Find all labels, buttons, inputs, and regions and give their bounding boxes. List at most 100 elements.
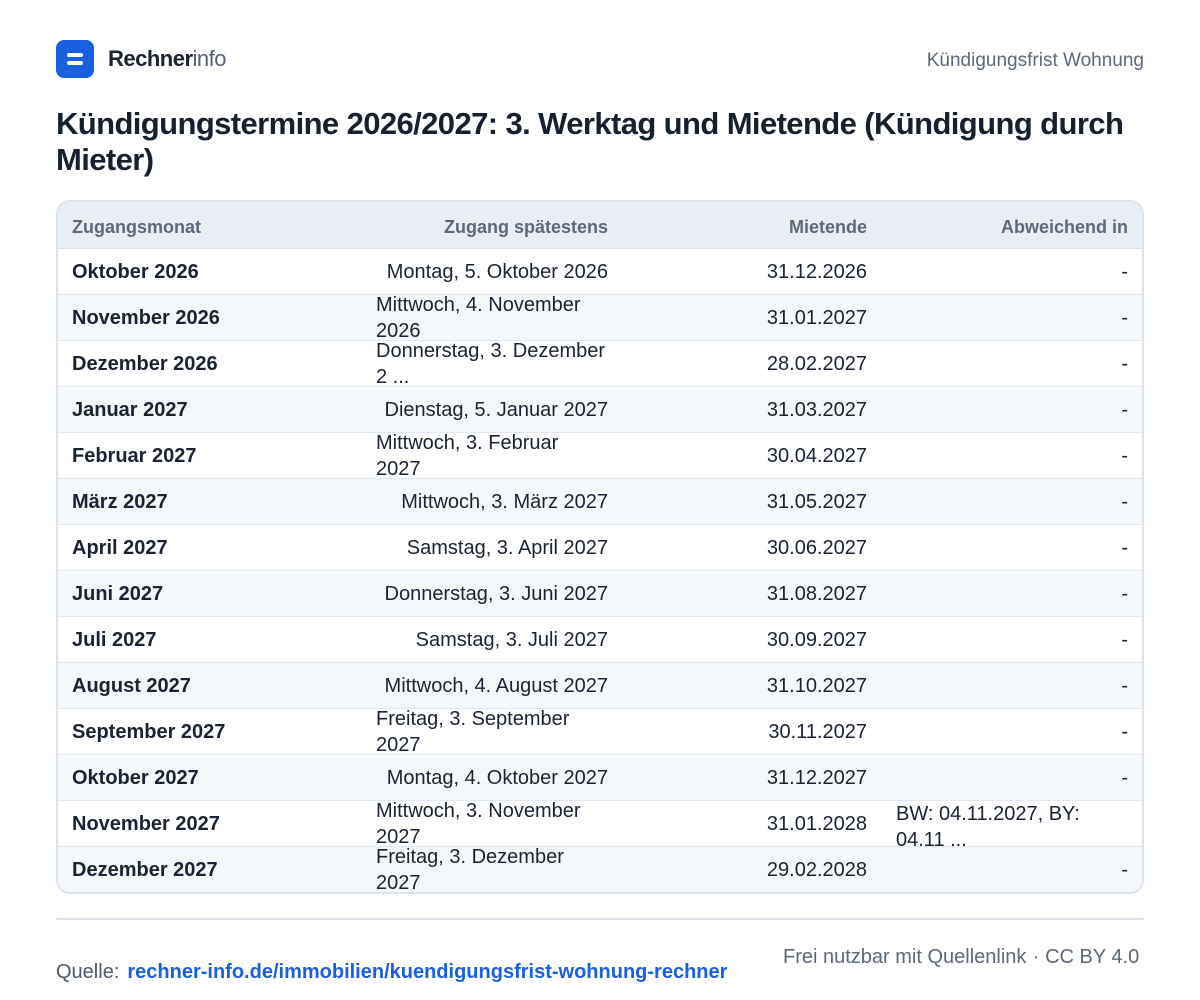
table-row: August 2027 Mittwoch, 4. August 2027 31.10… — [58, 663, 1142, 709]
cell-exception: - — [1121, 261, 1128, 283]
cell-month: August 2027 — [72, 675, 191, 697]
cell-month: Januar 2027 — [72, 399, 188, 421]
cell-deadline-text: Mittwoch, 3. Februar 2027 — [376, 432, 559, 480]
cell-month: November 2027 — [72, 813, 220, 835]
table-row: Oktober 2027 Montag, 4. Oktober 2027 31.12… — [58, 755, 1142, 801]
table-header: Zugangsmonat Zugang spätestens Mietende … — [58, 202, 1142, 249]
cell-deadline: Freitag, 3. September 2027 — [376, 708, 608, 756]
cell-deadline: Dienstag, 5. Januar 2027 — [376, 387, 609, 433]
cell-exception: - — [1121, 629, 1128, 651]
cell-exception: - — [1121, 859, 1128, 881]
table-row: April 2027 Samstag, 3. April 2027 30.06.20… — [58, 525, 1142, 571]
cell-deadline-text: Montag, 5. Oktober 2026 — [386, 261, 608, 283]
table-row: März 2027 Mittwoch, 3. März 2027 31.05.202… — [58, 479, 1142, 525]
cell-month: Dezember 2027 — [72, 859, 218, 881]
cell-exception: - — [1121, 721, 1128, 743]
cell-exception: BW: 04.11.2027, BY: 04.11 ... — [896, 803, 1080, 851]
logo-bar-bottom — [67, 61, 83, 65]
cell-lease-end: 29.02.2028 — [766, 859, 867, 881]
cell-month: Juni 2027 — [72, 583, 164, 605]
table-row: Dezember 2026 Donnerstag, 3. Dezember 2 .… — [58, 340, 1142, 388]
cell-deadline-text: Samstag, 3. Juli 2027 — [415, 629, 608, 651]
cell-month: Oktober 2026 — [72, 261, 199, 283]
cell-exception: - — [1121, 307, 1128, 329]
cell-deadline: Donnerstag, 3. Juni 2027 — [376, 571, 609, 617]
table-row: Februar 2027 Mittwoch, 3. Februar 2027 30.… — [58, 432, 1142, 480]
cell-deadline-text: Montag, 4. Oktober 2027 — [386, 767, 608, 789]
cell-month: Oktober 2027 — [72, 767, 199, 789]
cell-month: März 2027 — [72, 491, 168, 513]
cell-lease-end: 31.01.2028 — [766, 813, 867, 835]
table-row: Dezember 2027 Freitag, 3. Dezember 2027 29… — [58, 846, 1142, 894]
cell-deadline-text: Freitag, 3. September 2027 — [376, 708, 570, 756]
cell-lease-end: 31.08.2027 — [766, 583, 867, 605]
cell-deadline: Mittwoch, 3. Februar 2027 — [376, 432, 608, 480]
cell-month: Februar 2027 — [72, 445, 197, 467]
page-header: Rechnerinfo Kündigungsfrist Wohnung — [56, 40, 1144, 78]
cell-lease-end: 31.03.2027 — [766, 399, 867, 421]
cell-month: Dezember 2026 — [72, 353, 218, 375]
brand-name-light: info — [192, 46, 227, 71]
column-header-end: Mietende — [788, 217, 867, 237]
cell-exception: - — [1121, 353, 1128, 375]
brand-name[interactable]: Rechnerinfo — [108, 46, 227, 71]
cell-deadline-text: Donnerstag, 3. Dezember 2 ... — [376, 340, 606, 388]
source-label: Quelle: — [56, 961, 120, 983]
cell-deadline-text: Freitag, 3. Dezember 2027 — [376, 846, 564, 894]
license-name: CC BY 4.0 — [1045, 946, 1140, 968]
column-header-exception: Abweichend in — [1000, 217, 1128, 237]
cell-month: April 2027 — [72, 537, 168, 559]
cell-deadline: Freitag, 3. Dezember 2027 — [376, 846, 608, 894]
cell-lease-end: 31.12.2026 — [766, 261, 867, 283]
cell-exception: - — [1121, 767, 1128, 789]
cell-deadline: Montag, 4. Oktober 2027 — [376, 755, 608, 801]
cell-lease-end: 30.09.2027 — [766, 629, 867, 651]
cell-exception: - — [1121, 445, 1128, 467]
cell-exception: - — [1121, 491, 1128, 513]
table-row: Januar 2027 Dienstag, 5. Januar 2027 31.03… — [58, 387, 1142, 433]
page-title: Kündigungstermine 2026/2027: 3. Werktag … — [56, 106, 1124, 177]
cell-deadline: Mittwoch, 3. März 2027 — [376, 479, 608, 525]
cell-exception: - — [1121, 537, 1128, 559]
footer-license: Frei nutzbar mit Quellenlink · CC BY 4.0 — [783, 944, 1143, 970]
brand-name-strong: Rechner — [108, 46, 193, 71]
cell-deadline-text: Donnerstag, 3. Juni 2027 — [384, 583, 609, 605]
cell-deadline: Mittwoch, 4. August 2027 — [376, 663, 608, 709]
license-text: Frei nutzbar mit Quellenlink — [783, 946, 1027, 968]
table-row: November 2027 Mittwoch, 3. November 2027 3… — [58, 800, 1142, 851]
header-topic: Kündigungsfrist Wohnung — [926, 50, 1144, 71]
license-separator: · — [1032, 946, 1040, 968]
table-row: Juni 2027 Donnerstag, 3. Juni 2027 31.08.2… — [58, 571, 1142, 617]
cell-deadline: Montag, 5. Oktober 2026 — [376, 249, 608, 295]
cell-lease-end: 31.12.2027 — [766, 767, 867, 789]
cell-deadline: Mittwoch, 4. November 2026 — [376, 294, 608, 342]
equals-logo-icon[interactable] — [56, 40, 94, 78]
cell-deadline: Samstag, 3. April 2027 — [376, 525, 608, 571]
cell-deadline-text: Mittwoch, 3. November 2027 — [376, 800, 581, 848]
table-row: Juli 2027 Samstag, 3. Juli 2027 30.09.2027… — [58, 617, 1142, 663]
cell-month: Juli 2027 — [72, 629, 157, 651]
column-header-month: Zugangsmonat — [72, 217, 201, 237]
cell-exception: - — [1121, 399, 1128, 421]
cell-lease-end: 31.01.2027 — [766, 307, 867, 329]
cell-deadline: Mittwoch, 3. November 2027 — [376, 800, 608, 848]
cell-lease-end: 28.02.2027 — [766, 353, 867, 375]
cell-deadline-text: Mittwoch, 3. März 2027 — [401, 491, 608, 513]
footer-divider — [56, 918, 1144, 920]
table-row: Oktober 2026 Montag, 5. Oktober 2026 31.12… — [58, 249, 1142, 295]
cell-month: November 2026 — [72, 307, 220, 329]
table-row: September 2027 Freitag, 3. September 2027… — [58, 708, 1142, 756]
cell-deadline-text: Dienstag, 5. Januar 2027 — [384, 399, 609, 421]
cell-lease-end: 30.04.2027 — [766, 445, 867, 467]
cell-deadline-text: Mittwoch, 4. August 2027 — [384, 675, 608, 697]
cell-exception: - — [1121, 675, 1128, 697]
cell-deadline: Donnerstag, 3. Dezember 2 ... — [376, 340, 608, 388]
source-link[interactable]: rechner-info.de/immobilien/kuendigungsfr… — [127, 961, 727, 983]
cell-lease-end: 30.11.2027 — [768, 721, 867, 743]
cell-deadline-text: Mittwoch, 4. November 2026 — [376, 294, 581, 342]
cell-lease-end: 31.05.2027 — [766, 491, 867, 513]
cell-lease-end: 31.10.2027 — [766, 675, 867, 697]
table-row: November 2026 Mittwoch, 4. November 2026 3… — [58, 294, 1142, 342]
cell-deadline-text: Samstag, 3. April 2027 — [406, 537, 608, 559]
logo-bar-top — [67, 53, 83, 57]
